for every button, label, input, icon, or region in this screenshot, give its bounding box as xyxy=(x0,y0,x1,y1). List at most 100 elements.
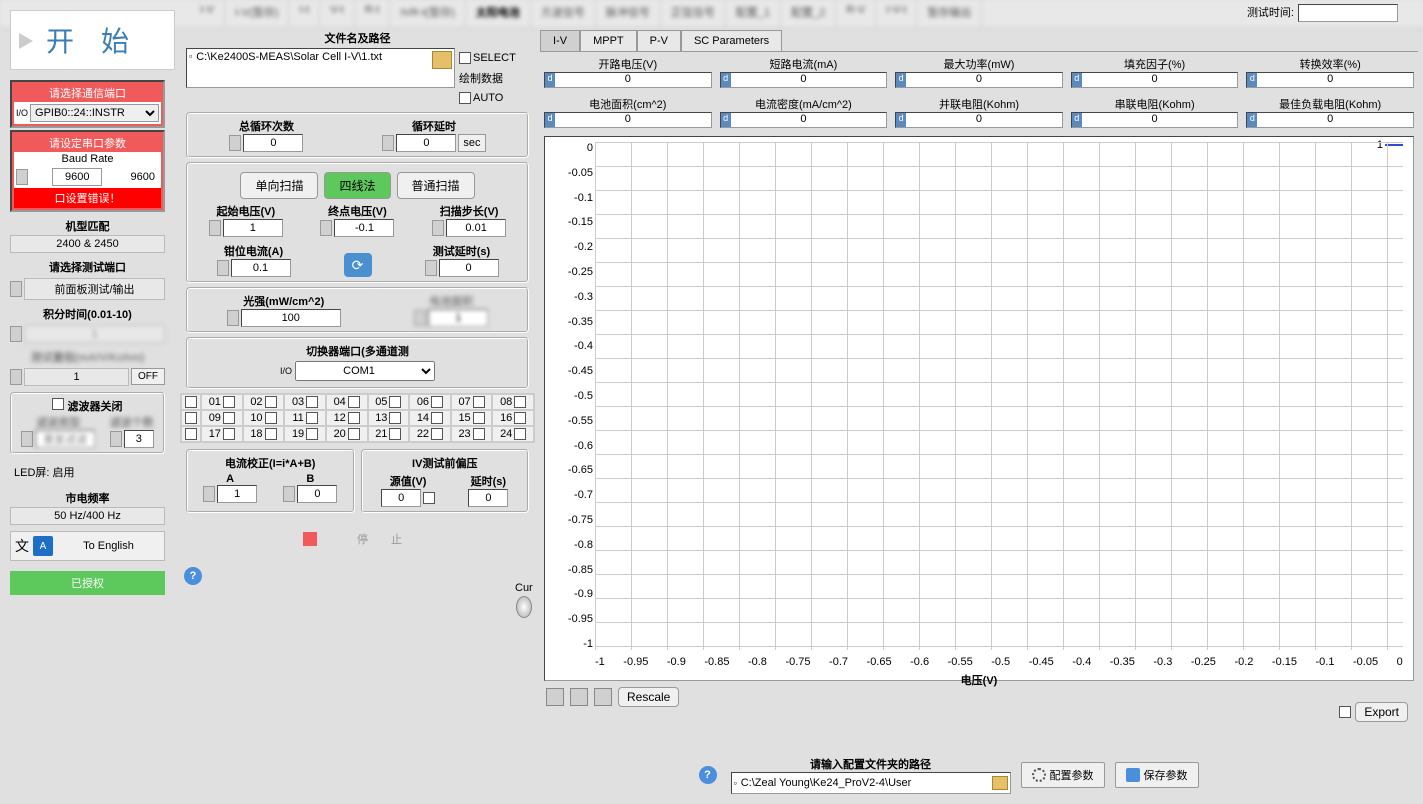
auto-checkbox[interactable] xyxy=(459,92,471,104)
channel-20[interactable]: 20 xyxy=(326,426,368,442)
prebias-src-value[interactable] xyxy=(381,489,421,507)
top-tab[interactable]: I-V(暂存) xyxy=(225,0,289,27)
testport-value[interactable]: 前面板测试/输出 xyxy=(24,278,165,300)
prebias-delay-value[interactable] xyxy=(468,489,508,507)
channel-09[interactable]: 09 xyxy=(201,410,243,426)
channel-row-checkbox[interactable] xyxy=(181,426,201,442)
export-button[interactable]: Export xyxy=(1355,702,1408,722)
help-icon[interactable]: ? xyxy=(699,766,717,784)
channel-06[interactable]: 06 xyxy=(409,394,451,410)
spinner-icon[interactable] xyxy=(432,220,444,236)
channel-03[interactable]: 03 xyxy=(284,394,326,410)
led-button[interactable]: LED屏: 启用 xyxy=(10,460,165,484)
spinner-icon[interactable] xyxy=(229,135,241,151)
freq-value[interactable]: 50 Hz/400 Hz xyxy=(10,507,165,525)
switcher-port-select[interactable]: COM1 xyxy=(295,361,435,381)
cell-area-value[interactable] xyxy=(428,309,488,327)
folder-icon[interactable] xyxy=(432,51,452,69)
top-tab[interactable]: R-t xyxy=(355,0,391,27)
tab-iv[interactable]: I-V xyxy=(540,30,580,51)
top-tab-active[interactable]: 太阳电池 xyxy=(466,0,531,27)
folder-icon[interactable] xyxy=(992,776,1008,790)
inttime-value[interactable]: 1 xyxy=(24,325,165,343)
save-params-button[interactable]: 保存参数 xyxy=(1115,762,1199,788)
range-off-button[interactable]: OFF xyxy=(131,368,165,385)
test-delay-value[interactable] xyxy=(439,259,499,277)
start-button[interactable]: 开 始 xyxy=(10,10,175,70)
top-tab[interactable]: I-V xyxy=(190,0,225,27)
single-scan-button[interactable]: 单向扫描 xyxy=(240,172,318,199)
channel-23[interactable]: 23 xyxy=(451,426,493,442)
top-tab[interactable]: 配置_1 xyxy=(726,0,781,27)
refresh-icon[interactable]: ⟳ xyxy=(344,253,372,277)
config-params-button[interactable]: 配置参数 xyxy=(1021,762,1105,788)
clamp-i-value[interactable] xyxy=(231,259,291,277)
step-v-value[interactable] xyxy=(446,219,506,237)
spinner-icon[interactable] xyxy=(16,169,28,185)
top-tab[interactable]: V-t xyxy=(320,0,354,27)
channel-row-checkbox[interactable] xyxy=(181,410,201,426)
model-value[interactable]: 2400 & 2450 xyxy=(10,235,165,253)
channel-22[interactable]: 22 xyxy=(409,426,451,442)
spinner-icon[interactable] xyxy=(217,260,229,276)
range-value[interactable]: 1 xyxy=(24,368,129,386)
stop-button[interactable]: 停 止 xyxy=(180,519,535,559)
spinner-icon[interactable] xyxy=(425,260,437,276)
channel-01[interactable]: 01 xyxy=(201,394,243,410)
spinner-icon[interactable] xyxy=(227,310,239,326)
top-tab[interactable]: 正弦信号 xyxy=(661,0,726,27)
spinner-icon[interactable] xyxy=(10,281,22,297)
spinner-icon[interactable] xyxy=(283,486,295,502)
channel-12[interactable]: 12 xyxy=(326,410,368,426)
top-tab[interactable]: R-V xyxy=(836,0,876,27)
language-button[interactable]: 文ATo English xyxy=(10,531,165,561)
baud-left[interactable] xyxy=(52,168,102,186)
spinner-icon[interactable] xyxy=(110,431,122,447)
light-value[interactable] xyxy=(241,309,341,327)
top-tab[interactable]: I-V-t xyxy=(876,0,917,27)
top-tab[interactable]: 方波信号 xyxy=(531,0,596,27)
channel-18[interactable]: 18 xyxy=(243,426,285,442)
four-wire-button[interactable]: 四线法 xyxy=(324,172,390,199)
filter-type-value[interactable] xyxy=(35,430,95,448)
channel-07[interactable]: 07 xyxy=(451,394,493,410)
top-tab[interactable]: I-t xyxy=(289,0,320,27)
tab-pv[interactable]: P-V xyxy=(637,30,681,51)
cursor-knob[interactable] xyxy=(516,596,532,618)
top-tab[interactable]: 暂存输出 xyxy=(917,0,982,27)
channel-row-checkbox[interactable] xyxy=(181,394,201,410)
filter-checkbox[interactable] xyxy=(52,398,64,410)
normal-scan-button[interactable]: 普通扫描 xyxy=(397,172,475,199)
chart-tool-icon[interactable] xyxy=(594,688,612,706)
channel-17[interactable]: 17 xyxy=(201,426,243,442)
config-path-box[interactable]: ▫C:\Zeal Young\Ke24_ProV2-4\User xyxy=(731,772,1011,794)
spinner-icon[interactable] xyxy=(320,220,332,236)
end-v-value[interactable] xyxy=(334,219,394,237)
top-tab[interactable]: IVR-t(暂存) xyxy=(390,0,465,27)
spinner-icon[interactable] xyxy=(203,486,215,502)
rescale-button[interactable]: Rescale xyxy=(618,687,679,707)
channel-13[interactable]: 13 xyxy=(368,410,410,426)
top-tab[interactable]: 配置_2 xyxy=(781,0,836,27)
channel-05[interactable]: 05 xyxy=(368,394,410,410)
select-checkbox[interactable] xyxy=(459,52,471,64)
spinner-icon[interactable] xyxy=(382,135,394,151)
start-v-value[interactable] xyxy=(223,219,283,237)
help-icon[interactable]: ? xyxy=(184,567,202,585)
channel-11[interactable]: 11 xyxy=(284,410,326,426)
total-loop-value[interactable] xyxy=(243,134,303,152)
prebias-checkbox[interactable] xyxy=(423,492,435,504)
tab-mppt[interactable]: MPPT xyxy=(580,30,637,51)
channel-04[interactable]: 04 xyxy=(326,394,368,410)
comm-port-select[interactable]: GPIB0::24::INSTR xyxy=(30,104,159,122)
spinner-icon[interactable] xyxy=(21,431,33,447)
spinner-icon[interactable] xyxy=(414,310,426,326)
chart-tool-icon[interactable] xyxy=(546,688,564,706)
export-checkbox[interactable] xyxy=(1339,706,1351,718)
calib-b-value[interactable] xyxy=(297,485,337,503)
loop-delay-value[interactable] xyxy=(396,134,456,152)
channel-15[interactable]: 15 xyxy=(451,410,493,426)
spinner-icon[interactable] xyxy=(10,326,22,342)
spinner-icon[interactable] xyxy=(10,369,22,385)
channel-24[interactable]: 24 xyxy=(492,426,534,442)
